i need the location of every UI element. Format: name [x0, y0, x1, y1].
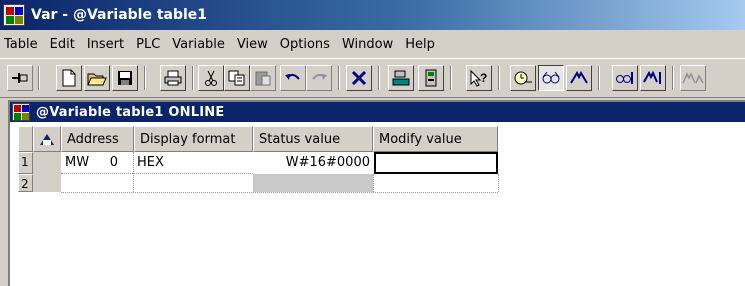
column-header-modify-value[interactable]: Modify value [373, 126, 498, 152]
variable-table: Address Display format Status value Modi… [10, 122, 745, 286]
menu-options[interactable]: Options [280, 37, 330, 52]
app-icon[interactable] [3, 4, 25, 26]
symbol-column-header[interactable] [33, 126, 61, 152]
row-header-1[interactable]: 1 [18, 152, 33, 174]
child-title-bar[interactable]: @Variable table1 ONLINE [10, 102, 745, 122]
cell-status-value [253, 174, 373, 192]
symbol-cell [33, 174, 61, 192]
online-icon[interactable] [418, 65, 444, 91]
symbol-toggle-icon [40, 134, 54, 145]
paste-icon[interactable] [250, 65, 276, 91]
delete-icon[interactable] [346, 65, 372, 91]
monitor-variable-icon[interactable] [538, 65, 564, 91]
window-title: Var - @Variable table1 [31, 7, 208, 23]
grid-line [61, 173, 253, 174]
menu-edit[interactable]: Edit [50, 37, 75, 52]
undo-icon[interactable] [280, 65, 306, 91]
update-monitor-icon[interactable] [612, 65, 638, 91]
symbol-cell [33, 152, 61, 174]
modify-variable-icon[interactable] [566, 65, 592, 91]
column-header-display-format[interactable]: Display format [134, 126, 253, 152]
cut-icon[interactable] [198, 65, 224, 91]
trigger-icon[interactable] [510, 65, 536, 91]
cell-modify-value[interactable] [374, 152, 498, 174]
accessible-nodes-icon[interactable] [388, 65, 414, 91]
activate-modify-icon[interactable] [640, 65, 666, 91]
grid-line [61, 192, 498, 193]
grid-line [373, 174, 374, 192]
copy-icon[interactable] [224, 65, 250, 91]
cell-address[interactable]: MW 0 [65, 153, 131, 173]
menu-view[interactable]: View [237, 37, 268, 52]
save-icon[interactable] [112, 65, 138, 91]
grid-line [133, 152, 134, 192]
menu-help[interactable]: Help [405, 37, 435, 52]
grid-line [498, 174, 499, 192]
new-icon[interactable] [56, 65, 82, 91]
row-header-corner[interactable] [18, 126, 33, 152]
menu-variable[interactable]: Variable [172, 37, 225, 52]
toolbar: ? [0, 58, 745, 98]
svg-text:?: ? [480, 71, 487, 85]
menu-table[interactable]: Table [4, 37, 38, 52]
column-header-address[interactable]: Address [61, 126, 134, 152]
title-bar[interactable]: Var - @Variable table1 [0, 0, 745, 30]
column-header-status-value[interactable]: Status value [253, 126, 373, 152]
print-icon[interactable] [160, 65, 186, 91]
menu-insert[interactable]: Insert [87, 37, 124, 52]
menu-bar: Table Edit Insert PLC Variable View Opti… [0, 31, 745, 57]
cell-display-format[interactable]: HEX [137, 153, 251, 173]
help-pointer-icon[interactable]: ? [466, 65, 492, 91]
row-header-2[interactable]: 2 [18, 174, 33, 192]
variable-table-window: @Variable table1 ONLINE Address Display … [8, 100, 745, 286]
pin-icon[interactable] [7, 65, 33, 91]
force-icon[interactable] [680, 65, 706, 91]
open-icon[interactable] [84, 65, 110, 91]
child-window-title: @Variable table1 ONLINE [36, 104, 225, 120]
cell-status-value: W#16#0000 [285, 155, 370, 170]
child-app-icon[interactable] [12, 103, 30, 121]
menu-window[interactable]: Window [342, 37, 393, 52]
redo-icon[interactable] [306, 65, 332, 91]
menu-plc[interactable]: PLC [136, 37, 160, 52]
